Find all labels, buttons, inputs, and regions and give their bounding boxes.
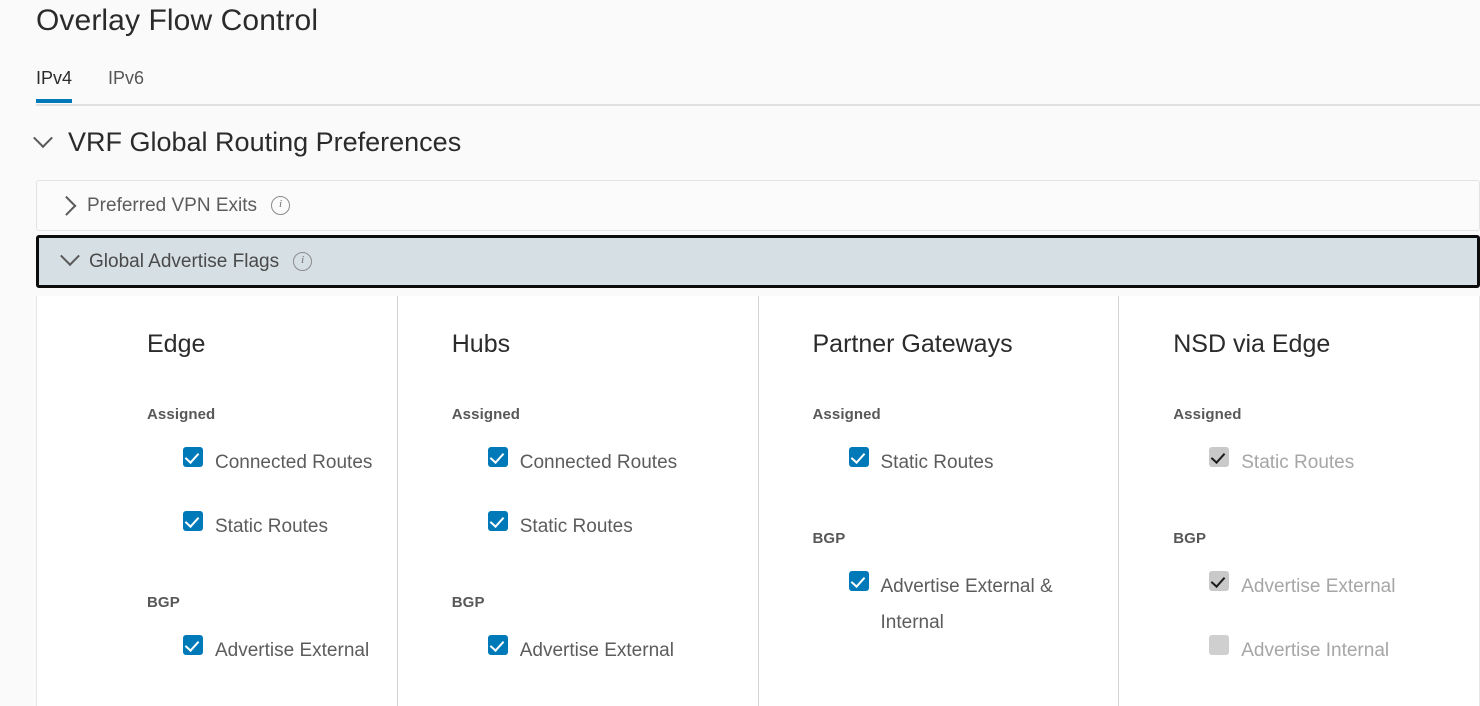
group-heading-assigned: Assigned (452, 406, 738, 423)
group-heading-bgp: BGP (813, 530, 1099, 547)
checkbox-label: Advertise External (215, 633, 369, 669)
checkbox-row: Advertise Internal (1209, 633, 1459, 669)
group-heading-assigned: Assigned (1173, 406, 1459, 423)
page-title: Overlay Flow Control (36, 4, 318, 38)
column-hubs: Hubs Assigned Connected Routes Static Ro… (397, 296, 758, 706)
group-heading-bgp: BGP (147, 594, 377, 611)
column-edge: Edge Assigned Connected Routes Static Ro… (37, 296, 397, 706)
checkbox-checked-icon[interactable] (183, 511, 203, 531)
chevron-right-icon (61, 196, 75, 215)
checkbox-checked-icon[interactable] (183, 447, 203, 467)
checkbox-checked-icon[interactable] (183, 635, 203, 655)
checkbox-checked-disabled-icon (1209, 571, 1229, 591)
tab-ipv4[interactable]: IPv4 (36, 64, 72, 103)
tab-bar: IPv4 IPv6 (0, 64, 1480, 106)
checkbox-checked-icon[interactable] (488, 635, 508, 655)
column-title: Edge (147, 330, 377, 359)
group-heading-assigned: Assigned (147, 406, 377, 423)
checkbox-label: Advertise External (520, 633, 674, 669)
chevron-down-icon (63, 252, 77, 271)
tab-list: IPv4 IPv6 (36, 64, 180, 103)
checkbox-checked-icon[interactable] (849, 571, 869, 591)
checkbox-checked-disabled-icon (1209, 447, 1229, 467)
info-icon[interactable]: i (271, 196, 290, 215)
chevron-down-icon (36, 134, 54, 152)
checkbox-row[interactable]: Connected Routes (488, 445, 738, 481)
advertise-flags-columns: Edge Assigned Connected Routes Static Ro… (36, 296, 1480, 706)
info-icon[interactable]: i (293, 252, 312, 271)
checkbox-row: Static Routes (1209, 445, 1459, 481)
accordion-label-global-advertise-flags: Global Advertise Flags (89, 251, 279, 273)
vrf-global-routing-preferences-header[interactable]: VRF Global Routing Preferences (36, 127, 461, 158)
checkbox-row[interactable]: Static Routes (488, 509, 738, 545)
checkbox-checked-icon[interactable] (488, 447, 508, 467)
accordion-label-preferred-vpn-exits: Preferred VPN Exits (87, 195, 257, 217)
checkbox-row: Advertise External (1209, 569, 1459, 605)
checkbox-checked-icon[interactable] (849, 447, 869, 467)
checkbox-row[interactable]: Static Routes (183, 509, 377, 545)
checkbox-label: Static Routes (520, 509, 633, 545)
accordion-header-row[interactable]: Preferred VPN Exits i (37, 181, 1479, 230)
group-title: VRF Global Routing Preferences (68, 127, 461, 158)
checkbox-label: Static Routes (215, 509, 328, 545)
accordion-preferred-vpn-exits[interactable]: Preferred VPN Exits i (36, 180, 1480, 231)
column-title: NSD via Edge (1173, 330, 1459, 359)
checkbox-row[interactable]: Advertise External (488, 633, 738, 669)
group-heading-bgp: BGP (452, 594, 738, 611)
tab-bar-divider (36, 104, 1480, 106)
accordion-header-row[interactable]: Global Advertise Flags i (39, 238, 1477, 285)
checkbox-label: Connected Routes (215, 445, 372, 481)
checkbox-label: Static Routes (1241, 445, 1354, 481)
group-heading-assigned: Assigned (813, 406, 1099, 423)
checkbox-checked-icon[interactable] (488, 511, 508, 531)
column-title: Hubs (452, 330, 738, 359)
checkbox-label: Connected Routes (520, 445, 677, 481)
checkbox-row[interactable]: Advertise External (183, 633, 377, 669)
accordion-global-advertise-flags[interactable]: Global Advertise Flags i (36, 235, 1480, 288)
checkbox-label: Advertise Internal (1241, 633, 1389, 669)
checkbox-label: Advertise External & Internal (881, 569, 1096, 641)
checkbox-label: Static Routes (881, 445, 994, 481)
checkbox-row[interactable]: Advertise External & Internal (849, 569, 1099, 641)
group-heading-bgp: BGP (1173, 530, 1459, 547)
column-nsd-via-edge: NSD via Edge Assigned Static Routes BGP … (1118, 296, 1479, 706)
checkbox-row[interactable]: Static Routes (849, 445, 1099, 481)
checkbox-row[interactable]: Connected Routes (183, 445, 377, 481)
checkbox-unchecked-disabled-icon (1209, 635, 1229, 655)
tab-ipv6[interactable]: IPv6 (108, 64, 144, 103)
column-title: Partner Gateways (813, 330, 1099, 359)
column-partner-gateways: Partner Gateways Assigned Static Routes … (758, 296, 1119, 706)
checkbox-label: Advertise External (1241, 569, 1395, 605)
